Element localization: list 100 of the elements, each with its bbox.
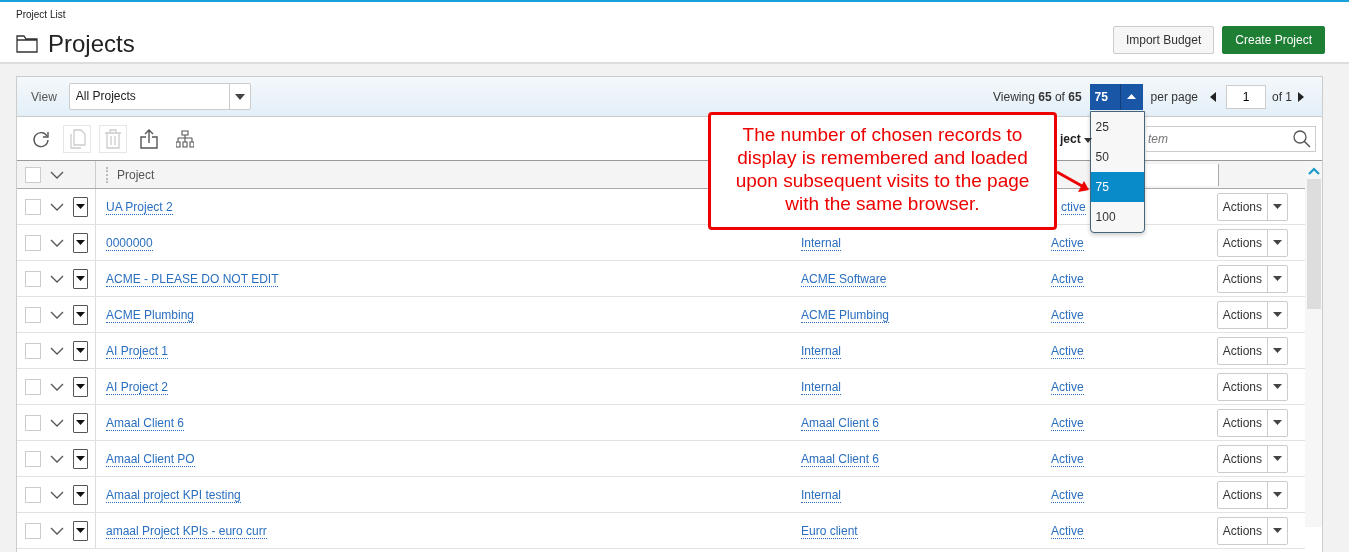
per-page-option[interactable]: 50 (1090, 141, 1144, 172)
caret-icon (76, 456, 85, 461)
previous-page-icon[interactable] (1210, 91, 1216, 102)
chevron-down-icon[interactable] (50, 454, 64, 463)
search-field[interactable]: tem (1146, 125, 1316, 152)
create-button[interactable]: Create Project (1222, 26, 1325, 54)
actions-button[interactable]: Actions (1216, 444, 1288, 473)
actions-button[interactable]: Actions (1216, 192, 1288, 221)
status-link[interactable]: Active (1051, 415, 1084, 431)
chevron-down-icon[interactable] (50, 526, 64, 535)
row-menu-button[interactable] (73, 448, 88, 469)
row-menu-button[interactable] (73, 304, 88, 325)
project-link[interactable]: Amaal project KPI testing (106, 487, 241, 503)
actions-button[interactable]: Actions (1216, 264, 1288, 293)
project-link[interactable]: amaal Project KPIs - euro curr (106, 523, 267, 539)
row-checkbox[interactable] (25, 342, 41, 359)
client-link[interactable]: Amaal Client 6 (801, 415, 880, 431)
row-checkbox[interactable] (25, 414, 41, 431)
client-link[interactable]: Internal (801, 235, 842, 251)
hierarchy-icon (176, 129, 194, 148)
status-link[interactable]: Active (1051, 271, 1084, 287)
caret-icon (76, 420, 85, 425)
status-link[interactable]: Active (1051, 523, 1084, 539)
per-page-option[interactable]: 100 (1090, 201, 1144, 232)
status-link[interactable]: ctive (1061, 199, 1086, 215)
row-checkbox[interactable] (25, 450, 41, 467)
chevron-down-icon[interactable] (50, 382, 64, 391)
client-link[interactable]: Internal (801, 379, 842, 395)
row-menu-button[interactable] (73, 484, 88, 505)
actions-button[interactable]: Actions (1216, 372, 1288, 401)
row-menu-button[interactable] (73, 196, 88, 217)
project-link[interactable]: UA Project 2 (106, 199, 173, 215)
project-link[interactable]: Amaal Client 6 (106, 415, 185, 431)
caret-icon (1273, 420, 1282, 425)
caret-icon (76, 276, 85, 281)
actions-button[interactable]: Actions (1216, 300, 1288, 329)
row-menu-button[interactable] (73, 376, 88, 397)
per-page-option[interactable]: 75 (1090, 171, 1144, 202)
filter-dropdown[interactable]: ject (1060, 131, 1092, 146)
page-title: Projects (48, 30, 135, 58)
breadcrumb: Project List (16, 9, 67, 20)
caret-icon (1273, 528, 1282, 533)
actions-button[interactable]: Actions (1216, 480, 1288, 509)
chevron-down-icon[interactable] (50, 346, 64, 355)
per-page-select[interactable]: 75 (1089, 83, 1143, 110)
status-link[interactable]: Active (1051, 487, 1084, 503)
caret-icon (1273, 240, 1282, 245)
client-link[interactable]: ACME Plumbing (801, 307, 890, 323)
row-checkbox[interactable] (25, 234, 41, 251)
actions-button[interactable]: Actions (1216, 336, 1288, 365)
row-checkbox[interactable] (25, 270, 41, 287)
caret-icon (76, 312, 85, 317)
record-count: Viewing 65 of 65 (993, 89, 1082, 104)
row-menu-button[interactable] (73, 232, 88, 253)
client-link[interactable]: Internal (801, 487, 842, 503)
status-link[interactable]: Active (1051, 235, 1084, 251)
project-link[interactable]: 0000000 (106, 235, 153, 251)
status-link[interactable]: Active (1051, 307, 1084, 323)
actions-button[interactable]: Actions (1216, 408, 1288, 437)
chevron-down-icon[interactable] (50, 274, 64, 283)
client-link[interactable]: Internal (801, 343, 842, 359)
row-checkbox[interactable] (25, 522, 41, 539)
view-select[interactable]: All Projects (68, 83, 251, 110)
status-link[interactable]: Active (1051, 379, 1084, 395)
row-menu-button[interactable] (73, 340, 88, 361)
project-link[interactable]: AI Project 1 (106, 343, 169, 359)
column-header[interactable]: Project (117, 167, 155, 182)
import-button[interactable]: Import Budget (1112, 26, 1215, 54)
callout-note: The number of chosen records to display is remembered and loaded upon subsequent visits to the page with the same browser. (708, 112, 1057, 230)
project-link[interactable]: AI Project 2 (106, 379, 169, 395)
row-checkbox[interactable] (25, 198, 41, 215)
chevron-down-icon[interactable] (50, 418, 64, 427)
row-menu-button[interactable] (73, 520, 88, 541)
chevron-down-icon[interactable] (50, 490, 64, 499)
project-link[interactable]: ACME Plumbing (106, 307, 195, 323)
status-link[interactable]: Active (1051, 343, 1084, 359)
page-field[interactable]: 1 (1226, 84, 1266, 109)
next-page-icon[interactable] (1298, 91, 1304, 102)
status-link[interactable]: Active (1051, 451, 1084, 467)
chevron-down-icon[interactable] (50, 238, 64, 247)
row-checkbox[interactable] (25, 486, 41, 503)
actions-button[interactable]: Actions (1216, 228, 1288, 257)
per-page-label: per page (1150, 89, 1198, 104)
chevron-down-icon[interactable] (50, 310, 64, 319)
row-checkbox[interactable] (25, 378, 41, 395)
scrollbar[interactable] (1305, 161, 1322, 527)
row-checkbox[interactable] (25, 306, 41, 323)
actions-button[interactable]: Actions (1216, 516, 1288, 545)
row-menu-button[interactable] (73, 268, 88, 289)
client-link[interactable]: Amaal Client 6 (801, 451, 880, 467)
project-link[interactable]: Amaal Client PO (106, 451, 195, 467)
scroll-up-icon[interactable] (1307, 167, 1320, 175)
per-page-option[interactable]: 25 (1090, 111, 1144, 142)
chevron-down-icon[interactable] (50, 170, 64, 179)
project-link[interactable]: ACME - PLEASE DO NOT EDIT (106, 271, 279, 287)
select-all-checkbox[interactable] (25, 166, 41, 183)
client-link[interactable]: Euro client (801, 523, 858, 539)
chevron-down-icon[interactable] (50, 202, 64, 211)
row-menu-button[interactable] (73, 412, 88, 433)
client-link[interactable]: ACME Software (801, 271, 887, 287)
